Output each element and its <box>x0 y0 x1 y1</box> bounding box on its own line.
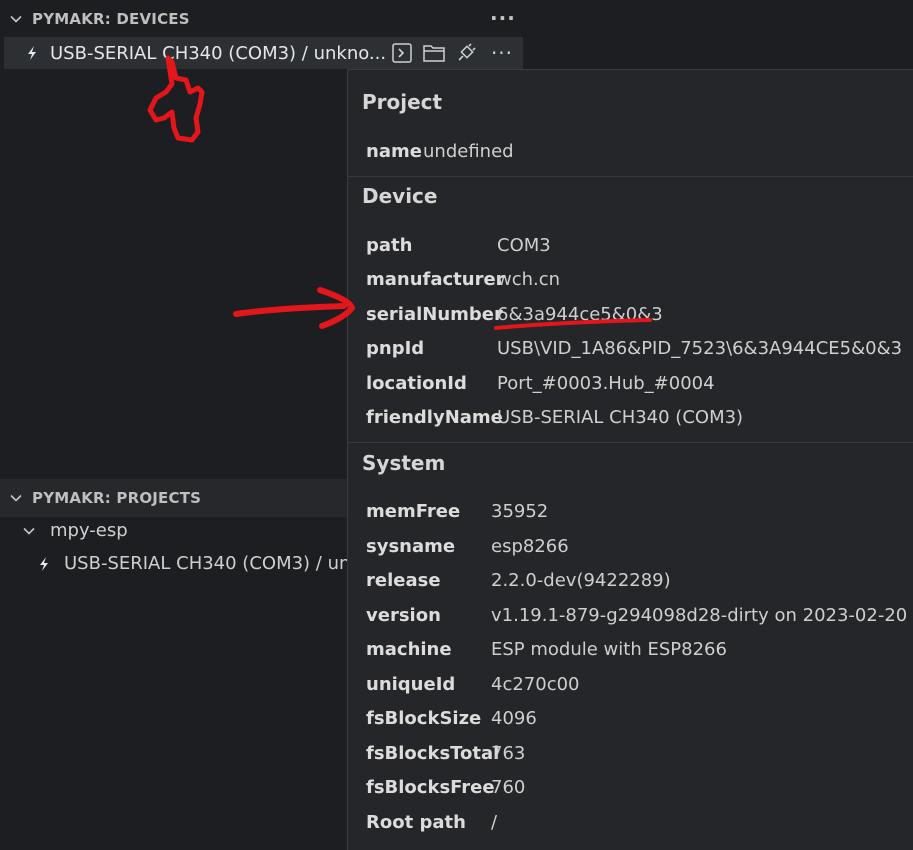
kv-row: path COM3 <box>366 235 551 256</box>
arrow-annotation <box>233 303 347 317</box>
kv-key: release <box>366 570 441 591</box>
chevron-down-icon <box>10 494 22 502</box>
kv-key: locationId <box>366 373 467 394</box>
device-item[interactable]: USB-SERIAL CH340 (COM3) / unkno... ··· <box>4 37 523 69</box>
kv-row: memFree 35952 <box>366 501 548 522</box>
folder-icon <box>423 45 445 62</box>
devices-section-title: PYMAKR: DEVICES <box>32 10 190 28</box>
kv-row: version v1.19.1-879-g294098d28-dirty on … <box>366 605 907 626</box>
devices-more-actions-icon[interactable]: ··· <box>490 6 516 30</box>
devices-section-header[interactable]: PYMAKR: DEVICES ··· <box>0 0 913 38</box>
lightning-bolt-icon <box>28 46 36 60</box>
kv-key: uniqueId <box>366 674 456 695</box>
kv-value: ESP module with ESP8266 <box>491 639 727 660</box>
kv-value: esp8266 <box>491 536 569 557</box>
kv-row: locationId Port_#0003.Hub_#0004 <box>366 373 715 394</box>
project-item-label: mpy-esp <box>50 520 128 541</box>
system-heading: System <box>362 451 446 475</box>
device-item-label: USB-SERIAL CH340 (COM3) / unkno... <box>50 42 387 64</box>
kv-row: pnpId USB\VID_1A86&PID_7523\6&3A944CE5&0… <box>366 338 902 359</box>
project-device-label: USB-SERIAL CH340 (COM3) / unk <box>64 553 361 574</box>
kv-value: 4096 <box>491 708 537 729</box>
kv-key: serialNumber <box>366 304 503 325</box>
kv-value: / <box>491 812 498 833</box>
kv-row: friendlyName USB-SERIAL CH340 (COM3) <box>366 407 743 428</box>
kv-value: 760 <box>491 777 526 798</box>
kv-row: fsBlocksFree 760 <box>366 777 525 798</box>
kv-value: USB-SERIAL CH340 (COM3) <box>497 407 744 428</box>
plug-icon <box>458 43 476 61</box>
chevron-down-icon <box>23 527 35 535</box>
projects-section-title: PYMAKR: PROJECTS <box>32 489 202 507</box>
kv-value: 763 <box>491 743 526 764</box>
kv-key: Root path <box>366 812 466 833</box>
kv-value: 2.2.0-dev(9422289) <box>491 570 671 591</box>
kv-row: release 2.2.0-dev(9422289) <box>366 570 671 591</box>
kv-value: 4c270c00 <box>491 674 580 695</box>
kv-value: 6&3a944ce5&0&3 <box>497 304 663 325</box>
lightning-bolt-icon <box>40 556 48 571</box>
kv-key: manufacturer <box>366 269 505 290</box>
kv-key: friendlyName <box>366 407 503 428</box>
kv-row: fsBlockSize 4096 <box>366 708 537 729</box>
open-folder-button[interactable] <box>422 41 446 65</box>
kv-value: v1.19.1-879-g294098d28-dirty on 2023-02-… <box>491 605 908 626</box>
divider <box>348 176 913 177</box>
terminal-button[interactable] <box>390 41 414 65</box>
kv-row: machine ESP module with ESP8266 <box>366 639 727 660</box>
kv-key: memFree <box>366 501 461 522</box>
kv-value: USB\VID_1A86&PID_7523\6&3A944CE5&0&3 <box>497 338 903 359</box>
kv-row: Root path / <box>366 812 497 833</box>
kv-key: name <box>366 141 422 162</box>
device-more-actions-icon[interactable]: ··· <box>490 41 514 65</box>
kv-row: uniqueId 4c270c00 <box>366 674 580 695</box>
vscode-sidebar: PYMAKR: DEVICES ··· USB-SERIAL CH340 (CO… <box>0 0 913 850</box>
kv-value: Port_#0003.Hub_#0004 <box>497 373 715 394</box>
kv-value: wch.cn <box>497 269 561 290</box>
hand-pointer-annotation <box>147 55 205 143</box>
kv-key: version <box>366 605 441 626</box>
connect-button[interactable] <box>454 41 478 65</box>
project-name-row: name undefined <box>366 141 514 162</box>
terminal-icon <box>392 43 412 63</box>
kv-row: manufacturer wch.cn <box>366 269 560 290</box>
device-row-actions: ··· <box>390 41 514 65</box>
kv-key: pnpId <box>366 338 425 359</box>
kv-value: 35952 <box>491 501 549 522</box>
project-device-item[interactable]: USB-SERIAL CH340 (COM3) / unk <box>36 553 361 574</box>
divider <box>348 442 913 443</box>
kv-key: fsBlocksFree <box>366 777 495 798</box>
kv-row: serialNumber 6&3a944ce5&0&3 <box>366 304 663 325</box>
chevron-down-icon <box>10 15 22 23</box>
kv-key: fsBlockSize <box>366 708 482 729</box>
kv-key: machine <box>366 639 452 660</box>
kv-key: sysname <box>366 536 456 557</box>
project-heading: Project <box>362 90 443 114</box>
kv-row: sysname esp8266 <box>366 536 569 557</box>
device-info-hover: Project name undefined Device path COM3 … <box>347 69 913 850</box>
kv-key: fsBlocksTotal <box>366 743 500 764</box>
kv-row: fsBlocksTotal 763 <box>366 743 525 764</box>
project-item[interactable]: mpy-esp <box>22 520 128 541</box>
device-heading: Device <box>362 184 438 208</box>
kv-value: COM3 <box>497 235 551 256</box>
kv-value: undefined <box>423 141 514 162</box>
kv-key: path <box>366 235 413 256</box>
